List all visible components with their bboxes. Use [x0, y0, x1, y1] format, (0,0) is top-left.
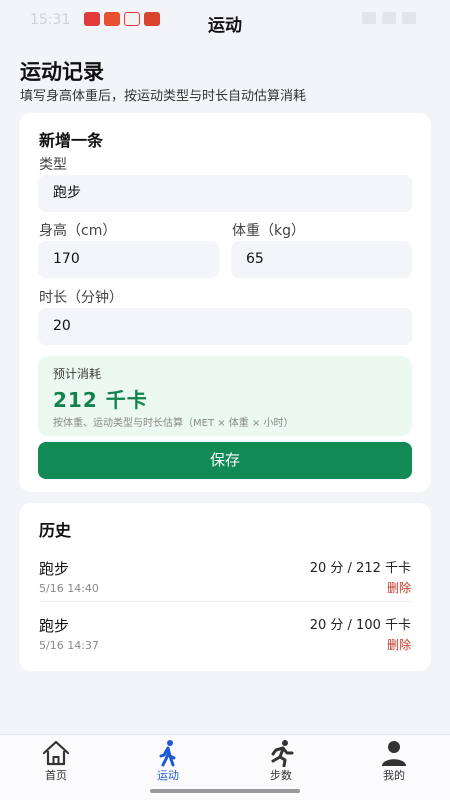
nav-item-home[interactable]: 首页: [0, 735, 112, 791]
height-field[interactable]: 170: [38, 241, 219, 278]
status-bar: 15:31 运动: [0, 0, 450, 44]
history-time: 5/16 14:37: [39, 639, 99, 652]
nav-item-profile[interactable]: 我的: [338, 735, 450, 791]
estimate-label: 预计消耗: [53, 367, 102, 381]
history-type: 跑步: [39, 560, 70, 578]
nav-label: 步数: [270, 769, 292, 782]
save-button[interactable]: 保存: [38, 442, 412, 479]
weight-label: 体重（kg）: [232, 223, 305, 239]
delete-button[interactable]: 删除: [387, 636, 411, 653]
history-time: 5/16 14:40: [39, 582, 99, 595]
signal-icon: [362, 12, 376, 24]
history-summary: 20 分 / 100 千卡: [309, 618, 411, 633]
duration-field[interactable]: 20: [38, 308, 412, 345]
nav-label: 运动: [157, 769, 179, 782]
nav-item-exercise[interactable]: 运动: [112, 735, 224, 791]
page-subtitle: 填写身高体重后，按运动类型与时长自动估算消耗: [20, 89, 307, 104]
estimate-panel: 预计消耗 212 千卡 按体重、运动类型与时长估算（MET × 体重 × 小时）: [38, 356, 412, 436]
new-record-title: 新增一条: [39, 131, 104, 150]
type-label: 类型: [39, 157, 67, 173]
estimate-note: 按体重、运动类型与时长估算（MET × 体重 × 小时）: [53, 418, 294, 429]
system-icons: [362, 12, 416, 24]
duration-label: 时长（分钟）: [39, 290, 123, 306]
nav-label: 我的: [383, 769, 405, 782]
history-summary: 20 分 / 212 千卡: [309, 561, 411, 576]
delete-button[interactable]: 删除: [387, 579, 411, 596]
wifi-icon: [382, 12, 396, 24]
history-row: 跑步 5/16 14:37 20 分 / 100 千卡 删除: [19, 608, 431, 664]
history-row: 跑步 5/16 14:40 20 分 / 212 千卡 删除: [19, 551, 431, 607]
nav-label: 首页: [45, 769, 67, 782]
history-type: 跑步: [39, 617, 70, 635]
weight-field[interactable]: 65: [231, 241, 412, 278]
nav-item-steps[interactable]: 步数: [225, 735, 337, 791]
home-indicator: [150, 789, 300, 793]
history-card: 历史 跑步 5/16 14:40 20 分 / 212 千卡 删除 跑步 5/1…: [19, 503, 431, 671]
page-title: 运动记录: [20, 60, 104, 84]
height-label: 身高（cm）: [39, 223, 117, 239]
new-record-card: 新增一条 类型 跑步 身高（cm） 170 体重（kg） 65 时长（分钟） 2…: [19, 113, 431, 492]
history-title: 历史: [39, 521, 72, 540]
estimate-value: 212 千卡: [53, 388, 148, 412]
battery-icon: [402, 12, 416, 24]
type-field[interactable]: 跑步: [38, 175, 412, 212]
running-person-icon: [271, 740, 294, 767]
walking-person-icon: [159, 740, 176, 767]
user-icon: [382, 741, 406, 766]
home-icon: [42, 740, 70, 766]
row-divider: [39, 601, 411, 602]
